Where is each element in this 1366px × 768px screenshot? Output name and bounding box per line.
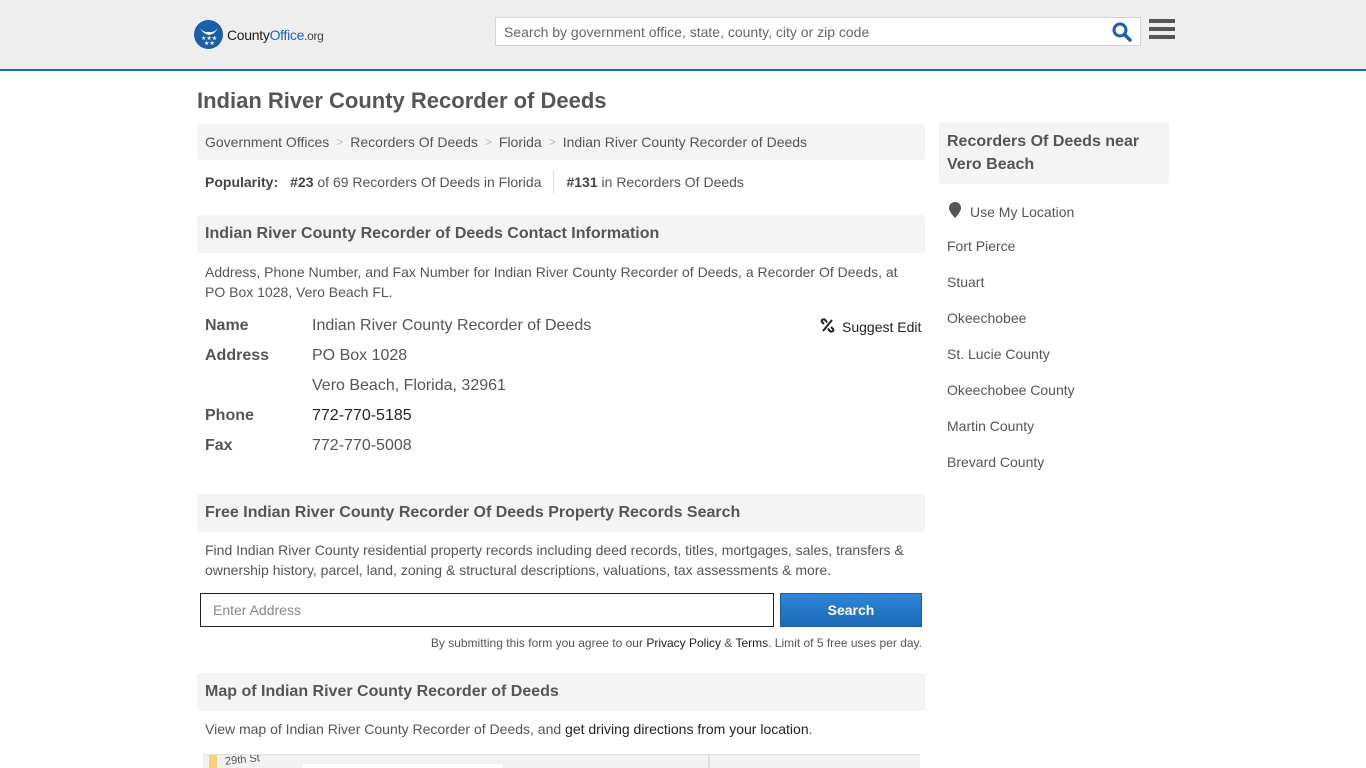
popularity-label: Popularity: <box>205 174 279 190</box>
nearby-link-fort-pierce[interactable]: Fort Pierce <box>947 238 1015 254</box>
breadcrumb-government-offices[interactable]: Government Offices <box>205 134 329 150</box>
nearby-link-stuart[interactable]: Stuart <box>947 274 984 290</box>
divider <box>553 171 555 193</box>
logo-text: CountyOffice.org <box>227 26 324 43</box>
map-text-suffix: . <box>808 721 813 737</box>
breadcrumb-florida[interactable]: Florida <box>499 134 542 150</box>
breadcrumb-separator: > <box>548 135 556 149</box>
phone-label: Phone <box>205 407 254 424</box>
info-row-phone: Phone 772-770-5185 <box>205 405 412 427</box>
eagle-stars-icon: ★★★ ★★ <box>194 20 223 49</box>
use-my-location-link[interactable]: Use My Location <box>970 204 1074 220</box>
info-row-address: Address PO Box 1028 <box>205 345 407 367</box>
broken-link-icon <box>820 318 835 336</box>
privacy-policy-link[interactable]: Privacy Policy <box>646 636 721 650</box>
site-logo[interactable]: ★★★ ★★ CountyOffice.org <box>194 20 324 49</box>
site-search <box>495 17 1141 46</box>
svg-text:★★: ★★ <box>204 40 215 45</box>
map-block <box>303 764 503 768</box>
map-divider <box>708 755 710 768</box>
national-rank: #131 <box>566 174 598 190</box>
breadcrumb-recorders-of-deeds[interactable]: Recorders Of Deeds <box>350 134 478 150</box>
name-value: Indian River County Recorder of Deeds <box>312 317 592 334</box>
disclaimer-suffix: . Limit of 5 free uses per day. <box>768 636 922 650</box>
property-search-heading: Free Indian River County Recorder Of Dee… <box>197 494 925 532</box>
breadcrumb: Government Offices > Recorders Of Deeds … <box>197 124 925 160</box>
name-label: Name <box>205 317 249 334</box>
nearby-link-martin-county[interactable]: Martin County <box>947 418 1034 434</box>
contact-heading: Indian River County Recorder of Deeds Co… <box>197 215 925 253</box>
nearby-link-okeechobee[interactable]: Okeechobee <box>947 310 1026 326</box>
suggest-edit-link[interactable]: Suggest Edit <box>842 319 921 335</box>
suggest-edit[interactable]: Suggest Edit <box>820 318 921 336</box>
phone-link[interactable]: 772-770-5185 <box>312 407 412 424</box>
contact-description: Address, Phone Number, and Fax Number fo… <box>205 264 898 300</box>
map-heading: Map of Indian River County Recorder of D… <box>197 673 925 711</box>
info-row-fax: Fax 772-770-5008 <box>205 435 412 457</box>
state-rank: #23 <box>290 174 314 190</box>
address-input[interactable] <box>200 593 774 627</box>
search-disclaimer: By submitting this form you agree to our… <box>200 636 922 650</box>
property-search-button[interactable]: Search <box>780 593 922 627</box>
nearby-link-brevard-county[interactable]: Brevard County <box>947 454 1044 470</box>
disclaimer-text: By submitting this form you agree to our <box>430 636 647 650</box>
breadcrumb-separator: > <box>484 135 492 149</box>
address-line-1: PO Box 1028 <box>312 347 408 364</box>
map-pin-icon <box>949 202 961 221</box>
info-row-address-2: Vero Beach, Florida, 32961 <box>205 375 506 397</box>
info-row-name: Name Indian River County Recorder of Dee… <box>205 315 591 337</box>
page-title: Indian River County Recorder of Deeds <box>197 88 607 113</box>
top-header: ★★★ ★★ CountyOffice.org <box>0 0 1366 71</box>
national-rank-text: in Recorders Of Deeds <box>601 174 744 190</box>
driving-directions-link[interactable]: get driving directions from your locatio… <box>565 721 809 737</box>
map-road <box>209 755 217 768</box>
terms-link[interactable]: Terms <box>735 636 768 650</box>
sidebar-heading: Recorders Of Deeds near Vero Beach <box>939 122 1169 184</box>
site-search-input[interactable] <box>496 18 1096 45</box>
address-label: Address <box>205 347 270 364</box>
fax-value: 772-770-5008 <box>312 437 412 454</box>
map-street-label: 29th St <box>224 754 261 768</box>
hamburger-menu-icon[interactable] <box>1149 19 1175 43</box>
address-line-2: Vero Beach, Florida, 32961 <box>312 377 506 394</box>
map-text: View map of Indian River County Recorder… <box>205 721 566 737</box>
use-my-location[interactable]: Use My Location <box>949 202 1074 221</box>
breadcrumb-separator: > <box>336 135 344 149</box>
property-search-description: Find Indian River County residential pro… <box>205 542 904 578</box>
popularity-stats: Popularity: #23 of 69 Recorders Of Deeds… <box>205 171 744 193</box>
state-rank-text: of 69 Recorders Of Deeds in Florida <box>317 174 542 190</box>
map-view[interactable]: 29th St <box>203 754 920 768</box>
disclaimer-amp: & <box>721 636 736 650</box>
nearby-link-st-lucie-county[interactable]: St. Lucie County <box>947 346 1050 362</box>
map-description: View map of Indian River County Recorder… <box>205 719 920 739</box>
breadcrumb-current: Indian River County Recorder of Deeds <box>562 134 808 150</box>
search-icon[interactable] <box>1112 22 1134 42</box>
fax-label: Fax <box>205 437 233 454</box>
nearby-link-okeechobee-county[interactable]: Okeechobee County <box>947 382 1075 398</box>
